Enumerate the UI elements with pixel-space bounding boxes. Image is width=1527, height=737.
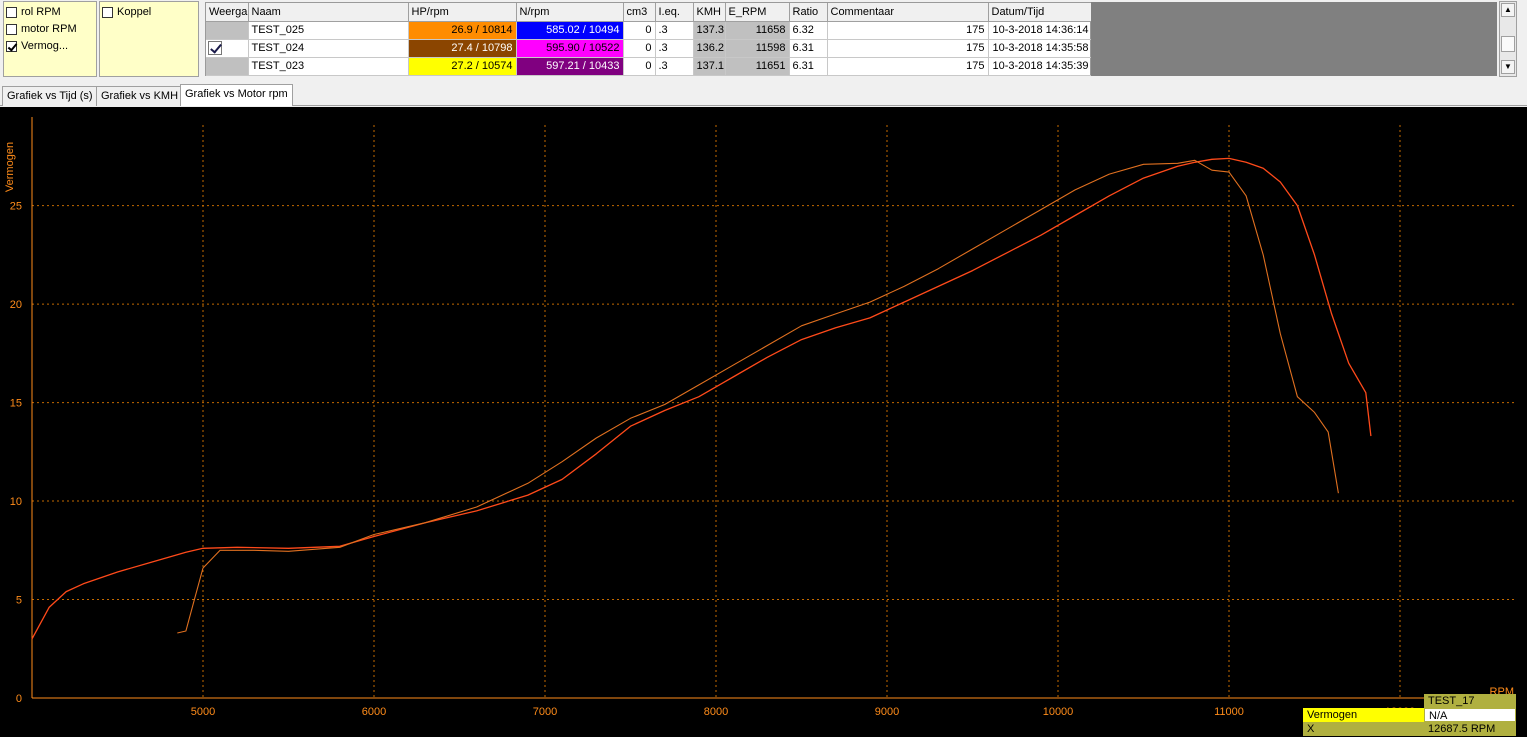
channel-label: Vermog... [21,40,69,52]
y-tick-label: 5 [16,595,22,607]
hp-cell: 27.4 / 10798 [408,39,517,58]
naam-cell: TEST_023 [248,57,409,76]
hp-cell: 27.2 / 10574 [408,57,517,76]
ieq-cell: .3 [655,39,694,58]
chart-svg[interactable]: 5000600070008000900010000110001200005101… [0,107,1527,737]
comment-cell[interactable]: 175 [827,57,989,76]
table-header: Weerga Naam HP/rpm N/rpm cm3 I.eq. KMH E… [206,3,1093,22]
series-line-2 [177,159,1339,634]
kmh-cell: 137.1 [693,57,726,76]
datetime-cell: 10-3-2018 14:36:14 [988,21,1093,40]
table-scrollbar[interactable]: ▲ ▼ [1499,1,1517,77]
col-header[interactable]: Commentaar [827,3,989,22]
cursor-y-value: N/A [1424,708,1516,722]
channel-panel: rol RPM motor RPM Vermog... [3,1,97,77]
col-header[interactable]: KMH [693,3,726,22]
kmh-cell: 136.2 [693,39,726,58]
hp-cell: 26.9 / 10814 [408,21,517,40]
runs-table: Weerga Naam HP/rpm N/rpm cm3 I.eq. KMH E… [205,2,1093,76]
comment-cell[interactable]: 175 [827,21,989,40]
y-tick-label: 10 [10,496,22,508]
col-header[interactable]: HP/rpm [408,3,517,22]
datetime-cell: 10-3-2018 14:35:58 [988,39,1093,58]
show-cell[interactable] [206,39,249,58]
show-cell[interactable] [206,57,249,76]
x-tick-label: 10000 [1043,706,1074,718]
naam-cell: TEST_025 [248,21,409,40]
channel-rol-rpm[interactable]: rol RPM [6,5,61,19]
scroll-down-icon[interactable]: ▼ [1501,60,1515,74]
kmh-cell: 137.3 [693,21,726,40]
table-row[interactable]: TEST_023 27.2 / 10574 597.21 / 10433 0 .… [206,57,1093,76]
y-tick-label: 20 [10,299,22,311]
power-chart[interactable]: 5000600070008000900010000110001200005101… [0,107,1527,737]
cursor-y-label: Vermogen [1303,708,1424,722]
ieq-cell: .3 [655,57,694,76]
toolbar-area: rol RPM motor RPM Vermog... Koppel Weerg… [0,0,1527,82]
x-tick-label: 11000 [1214,706,1244,718]
col-header[interactable]: Ratio [789,3,828,22]
tab-tijd[interactable]: Grafiek vs Tijd (s) [2,86,98,106]
col-header[interactable]: E_RPM [725,3,790,22]
datetime-cell: 10-3-2018 14:35:39 [988,57,1093,76]
torque-cell: 585.02 / 10494 [516,21,624,40]
scroll-thumb[interactable] [1501,36,1515,52]
cm3-cell: 0 [623,21,656,40]
comment-cell[interactable]: 175 [827,39,989,58]
channel-label: motor RPM [21,23,77,35]
channel-label: Koppel [117,6,152,18]
graph-tabs: Grafiek vs Tijd (s) Grafiek vs KMH Grafi… [0,84,1527,106]
torque-cell: 595.90 / 10522 [516,39,624,58]
ratio-cell: 6.31 [789,57,828,76]
ieq-cell: .3 [655,21,694,40]
channel-panel-2: Koppel [99,1,199,77]
y-tick-label: 0 [16,693,22,705]
col-header[interactable]: Weerga [206,3,249,22]
channel-vermogen[interactable]: Vermog... [6,39,68,53]
table-row[interactable]: TEST_024 27.4 / 10798 595.90 / 10522 0 .… [206,39,1093,58]
erpm-cell: 11651 [725,57,790,76]
x-tick-label: 7000 [533,706,557,718]
scroll-up-icon[interactable]: ▲ [1501,3,1515,17]
x-tick-label: 6000 [362,706,386,718]
table-row[interactable]: TEST_025 26.9 / 10814 585.02 / 10494 0 .… [206,21,1093,40]
ratio-cell: 6.31 [789,39,828,58]
col-header[interactable]: I.eq. [655,3,694,22]
checkbox-vermogen[interactable] [6,40,17,52]
col-header[interactable]: Datum/Tijd [988,3,1093,22]
x-tick-label: 9000 [875,706,899,718]
cm3-cell: 0 [623,57,656,76]
checkbox-rol-rpm[interactable] [6,6,17,18]
y-axis-title: Vermogen [4,142,16,192]
cursor-run-name: TEST_17 [1424,694,1516,708]
torque-cell: 597.21 / 10433 [516,57,624,76]
channel-label: rol RPM [21,6,61,18]
cursor-readout: TEST_17 Vermogen N/A X 12687.5 RPM [1303,694,1516,737]
tab-motor-rpm[interactable]: Grafiek vs Motor rpm [180,84,293,106]
checkbox-motor-rpm[interactable] [6,23,17,35]
naam-cell: TEST_024 [248,39,409,58]
x-tick-label: 8000 [704,706,728,718]
tab-kmh[interactable]: Grafiek vs KMH [96,86,184,106]
channel-motor-rpm[interactable]: motor RPM [6,22,77,36]
cursor-x-label: X [1303,722,1424,736]
y-tick-label: 15 [10,398,22,410]
x-tick-label: 5000 [191,706,215,718]
channel-koppel[interactable]: Koppel [102,5,151,19]
checkmark-icon[interactable] [208,41,222,55]
y-tick-label: 25 [10,201,22,213]
erpm-cell: 11658 [725,21,790,40]
show-cell[interactable] [206,21,249,40]
table-empty-area [1091,2,1497,76]
col-header[interactable]: cm3 [623,3,656,22]
checkbox-koppel[interactable] [102,6,113,18]
cursor-x-value: 12687.5 RPM [1424,722,1516,736]
series-line-1 [31,157,1372,640]
erpm-cell: 11598 [725,39,790,58]
cm3-cell: 0 [623,39,656,58]
col-header[interactable]: N/rpm [516,3,624,22]
ratio-cell: 6.32 [789,21,828,40]
col-header[interactable]: Naam [248,3,409,22]
